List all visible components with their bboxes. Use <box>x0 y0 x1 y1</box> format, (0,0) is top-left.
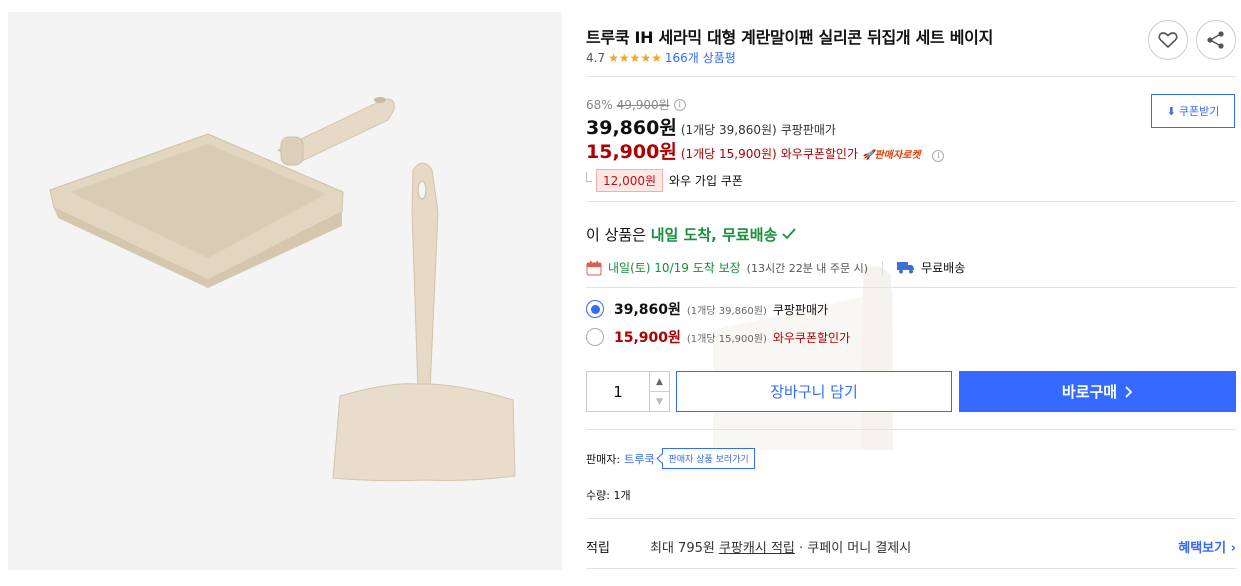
coupon-download-button[interactable]: ⬇ 쿠폰받기 <box>1151 94 1235 128</box>
original-price: 49,900원 <box>616 98 670 112</box>
price-option-coupang[interactable]: 39,860원 (1개당 39,860원) 쿠팡판매가 <box>586 299 828 319</box>
option-unit: (1개당 15,900원) <box>686 333 767 345</box>
truck-icon <box>897 262 915 274</box>
rating-score: 4.7 <box>586 50 606 65</box>
share-icon <box>1207 31 1224 49</box>
product-illustration <box>49 97 516 482</box>
option-price: 15,900원 <box>614 330 681 346</box>
sale-price-row: 39,860원 (1개당 39,860원) 쿠팡판매가 <box>586 113 836 140</box>
arrival-note: (13시간 22분 내 주문 시) <box>746 261 869 275</box>
wow-unit-price: (1개당 15,900원) <box>680 147 777 161</box>
delivery-summary: 이 상품은 내일 도착, 무료배송 <box>586 224 796 245</box>
option-label: 쿠팡판매가 <box>772 302 829 317</box>
quantity-summary: 수량: 1개 <box>586 489 631 502</box>
wow-coupon-amount: 12,000원 <box>596 169 664 192</box>
discount-row: 68% 49,900원 i <box>586 96 686 113</box>
sale-unit-price: (1개당 39,860원) <box>680 123 777 137</box>
chevron-right-icon <box>1125 385 1133 398</box>
quantity-increase-button[interactable]: ▲ <box>650 372 669 392</box>
product-info-panel: 트루쿡 IH 세라믹 대형 계란말이팬 실리콘 뒤집개 세트 베이지 4.7 ★… <box>586 0 1236 586</box>
seller-label: 판매자: <box>586 452 621 466</box>
arrival-date: 내일(토) 10/19 도착 보장 <box>608 261 741 275</box>
divider <box>586 429 1236 430</box>
info-icon[interactable]: i <box>673 98 686 111</box>
product-image <box>8 12 562 570</box>
radio-wow-price[interactable] <box>586 328 604 346</box>
wow-price: 15,900원 <box>586 141 677 163</box>
divider <box>586 76 1236 77</box>
quantity-stepper[interactable]: 1 ▲ ▼ <box>586 371 670 412</box>
divider <box>586 287 1236 288</box>
sale-price-label: 쿠팡판매가 <box>780 123 836 137</box>
buy-now-button[interactable]: 바로구매 <box>959 371 1236 412</box>
sale-price: 39,860원 <box>586 117 677 139</box>
divider <box>586 518 1236 519</box>
points-label: 적립 <box>586 541 610 556</box>
pan-handle <box>276 97 395 166</box>
divider <box>586 201 1236 202</box>
option-unit: (1개당 39,860원) <box>686 305 767 317</box>
download-icon: ⬇ <box>1166 104 1176 118</box>
quantity-decrease-button[interactable]: ▼ <box>650 392 669 411</box>
wow-price-row: 15,900원 (1개당 15,900원) 와우쿠폰할인가 🚀판매자로켓 i <box>586 137 945 164</box>
discount-rate: 68% <box>586 97 613 112</box>
free-shipping-label: 무료배송 <box>921 261 966 275</box>
rating-stars-icon: ★★★★★ <box>608 50 662 65</box>
wow-price-label: 와우쿠폰할인가 <box>780 147 859 161</box>
silicone-spatula <box>332 162 516 482</box>
quantity-arrows: ▲ ▼ <box>649 372 669 411</box>
separator <box>882 260 884 275</box>
price-option-wow[interactable]: 15,900원 (1개당 15,900원) 와우쿠폰할인가 <box>586 327 850 347</box>
wow-coupon-label: 와우 가입 쿠폰 <box>669 174 743 188</box>
seller-row: 판매자: 트루쿡 판매자 상품 보러가기 <box>586 448 755 469</box>
check-icon <box>782 228 796 240</box>
seller-name-link[interactable]: 트루쿡 <box>624 451 654 467</box>
add-to-cart-button[interactable]: 장바구니 담기 <box>676 371 952 412</box>
review-count-link[interactable]: 166개 상품평 <box>665 49 736 66</box>
product-title: 트루쿡 IH 세라믹 대형 계란말이팬 실리콘 뒤집개 세트 베이지 <box>586 28 993 47</box>
divider <box>586 568 1236 569</box>
delivery-highlight: 내일 도착, 무료배송 <box>650 226 778 244</box>
calendar-icon <box>586 260 602 275</box>
coupang-cash-link[interactable]: 쿠팡캐시 적립 <box>719 541 795 556</box>
radio-coupang-price[interactable] <box>586 300 604 318</box>
seller-rocket-badge: 🚀판매자로켓 <box>862 150 921 161</box>
buy-now-label: 바로구매 <box>1061 383 1118 401</box>
points-desc: 최대 795원 쿠팡캐시 적립 · 쿠페이 머니 결제시 <box>650 541 912 556</box>
heart-icon <box>1158 32 1178 49</box>
quantity-value[interactable]: 1 <box>587 372 649 411</box>
benefits-link[interactable]: 혜택보기 › <box>1178 537 1236 556</box>
wishlist-button[interactable] <box>1148 20 1188 60</box>
seller-products-link[interactable]: 판매자 상품 보러가기 <box>662 448 755 469</box>
option-label: 와우쿠폰할인가 <box>772 330 851 345</box>
wow-coupon-row: 12,000원 와우 가입 쿠폰 <box>586 169 743 192</box>
coupon-button-label: 쿠폰받기 <box>1178 105 1220 118</box>
rating-row: 4.7 ★★★★★ 166개 상품평 <box>586 49 736 66</box>
share-button[interactable] <box>1196 20 1236 60</box>
option-price: 39,860원 <box>614 302 681 318</box>
arrival-row: 내일(토) 10/19 도착 보장 (13시간 22분 내 주문 시) 무료배송 <box>586 259 965 276</box>
delivery-prefix: 이 상품은 <box>586 226 651 244</box>
info-icon[interactable]: i <box>932 150 945 162</box>
